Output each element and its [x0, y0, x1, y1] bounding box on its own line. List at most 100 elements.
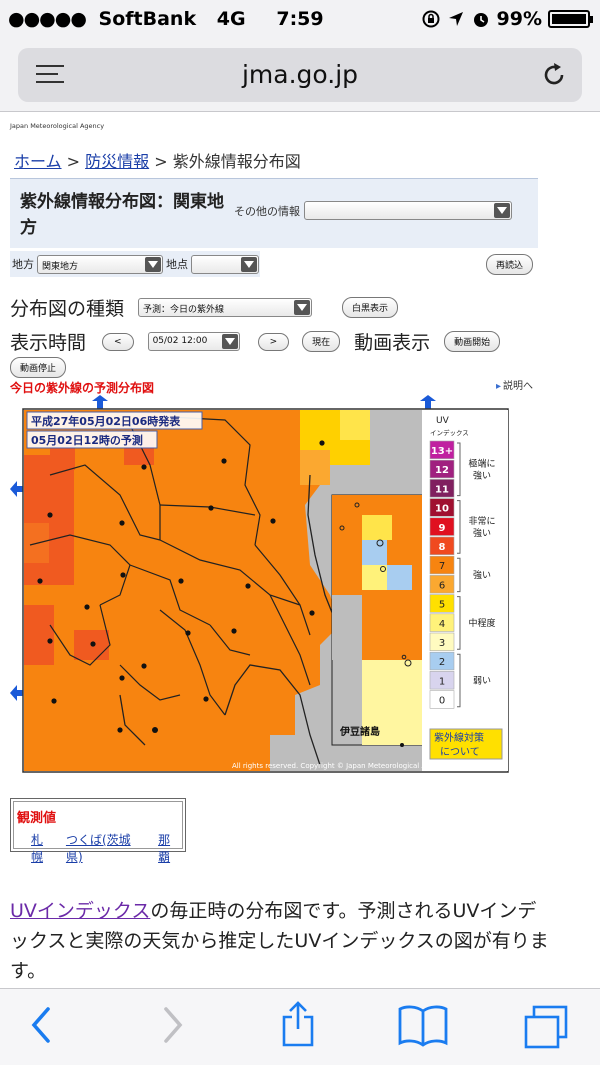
pan-north-arrow-icon[interactable]: [92, 395, 108, 401]
next-time-button[interactable]: >: [257, 332, 290, 351]
legend-label: 8: [439, 542, 446, 553]
address-bar[interactable]: jma.go.jp: [18, 48, 582, 102]
legend-label: 6: [439, 580, 445, 591]
issued-time: 平成27年05月02日06時発表: [31, 414, 181, 428]
legend-label: 0: [439, 696, 445, 707]
region-select[interactable]: 関東地方: [37, 254, 163, 274]
chevron-down-icon: [241, 256, 257, 272]
time-value: 05/02 12:00: [152, 336, 208, 346]
animation-label: 動画表示: [354, 332, 431, 354]
agency-logo-text: Japan Meteorological Agency: [10, 122, 105, 130]
reload-icon[interactable]: [540, 61, 568, 89]
legend-category-label: 強い: [473, 527, 491, 539]
battery-percent: 99%: [496, 8, 542, 30]
animation-start-button[interactable]: 動画開始: [444, 331, 501, 352]
legend-title: UV: [436, 416, 450, 426]
page-title-box: 紫外線情報分布図：関東地方 その他の情報: [10, 178, 538, 248]
observation-title: 観測値: [17, 811, 57, 826]
uv-measures-line1[interactable]: 紫外線対策: [434, 731, 484, 744]
location-arrow-icon: [448, 12, 463, 26]
bookmarks-icon[interactable]: [396, 1003, 450, 1047]
other-info-select[interactable]: [304, 201, 512, 220]
observation-box: 観測値 札幌 つくば(茨城県) 那覇: [10, 798, 186, 864]
other-info-label: その他の情報: [234, 204, 300, 218]
chevron-down-icon: [294, 300, 311, 315]
obs-link-sapporo[interactable]: 札幌: [31, 831, 55, 865]
legend-label: 5: [439, 600, 445, 611]
legend-label: 4: [439, 619, 445, 630]
legend-category-label: 極端に: [468, 457, 495, 469]
chevron-down-icon: [494, 203, 510, 218]
legend-category-label: 弱い: [473, 676, 491, 687]
now-button[interactable]: 現在: [302, 331, 341, 352]
display-time-row: 表示時間 < 05/02 12:00 > 現在 動画表示 動画開始: [10, 328, 501, 355]
page-title: 紫外線情報分布図：関東地方: [20, 192, 224, 238]
breadcrumb-current: 紫外線情報分布図: [172, 152, 301, 171]
location-row: 地方 関東地方 地点: [10, 251, 260, 277]
legend-category-label: 強い: [473, 469, 491, 481]
copyright: All rights reserved. Copyright © Japan M…: [232, 762, 447, 770]
pan-west-arrow-icon[interactable]: [10, 481, 17, 497]
observation-links: 札幌 つくば(茨城県) 那覇: [31, 831, 182, 865]
rotation-lock-icon: [422, 10, 440, 28]
legend-label: 9: [439, 523, 446, 534]
region-label: 地方: [12, 258, 34, 271]
legend-label: 3: [439, 638, 445, 649]
chevron-down-icon: [145, 256, 161, 272]
url-host[interactable]: jma.go.jp: [18, 60, 582, 89]
map-type-value: 予測：今日の紫外線: [143, 305, 225, 315]
pan-north-arrow-icon[interactable]: [420, 395, 436, 401]
reread-button[interactable]: 再読込: [486, 254, 534, 275]
legend-label: 11: [435, 484, 449, 495]
breadcrumb: ホーム > 防災情報 > 紫外線情報分布図: [14, 148, 301, 172]
web-page: Japan Meteorological Agency ホーム > 防災情報 >…: [0, 113, 600, 988]
uv-map[interactable]: 伊豆諸島 平成27年05月02日06時発表 05月02日12時の予測 All r…: [10, 395, 540, 775]
browser-address-area: jma.go.jp: [0, 40, 600, 112]
time-label: 表示時間: [10, 332, 87, 354]
uv-legend: UV インデックス 13+1211109876543210極端に強い非常に強い強…: [422, 410, 508, 771]
obs-link-naha[interactable]: 那覇: [158, 831, 182, 865]
prev-time-button[interactable]: <: [102, 332, 134, 351]
forecast-time: 05月02日12時の予測: [31, 433, 143, 447]
map-heading: 今日の紫外線の予測分布図: [10, 381, 155, 395]
chevron-down-icon: [221, 334, 238, 349]
observation-inner: 観測値 札幌 つくば(茨城県) 那覇: [13, 801, 183, 864]
alarm-icon: [473, 13, 488, 27]
region-value: 関東地方: [42, 261, 79, 272]
description: UVインデックスの毎正時の分布図です。予測されるUVインデックスと実際の天気から…: [10, 896, 550, 986]
forward-icon[interactable]: [158, 1003, 188, 1047]
legend-subtitle: インデックス: [430, 428, 469, 437]
status-bar: ●●●●● SoftBank 4G 7:59 99%: [0, 0, 600, 40]
time-select[interactable]: 05/02 12:00: [147, 332, 240, 351]
map-type-select[interactable]: 予測：今日の紫外線: [138, 298, 313, 317]
back-icon[interactable]: [26, 1003, 56, 1047]
uv-index-link[interactable]: UVインデックス: [10, 900, 150, 922]
uv-measures-line2[interactable]: について: [440, 746, 480, 758]
breadcrumb-home-link[interactable]: ホーム: [14, 152, 62, 171]
point-select[interactable]: [191, 254, 259, 274]
legend-label: 13+: [431, 446, 453, 457]
black-white-button[interactable]: 白黒表示: [342, 297, 399, 318]
other-info: その他の情報: [234, 201, 512, 220]
browser-toolbar: [0, 988, 600, 1065]
tabs-icon[interactable]: [520, 1003, 572, 1051]
battery-icon: [548, 10, 593, 28]
legend-label: 1: [439, 676, 445, 687]
inset-label: 伊豆諸島: [339, 725, 380, 738]
pan-west-arrow-icon[interactable]: [10, 685, 17, 701]
map-type-row: 分布図の種類 予測：今日の紫外線 白黒表示: [10, 294, 399, 321]
map-type-label: 分布図の種類: [10, 298, 125, 320]
legend-label: 10: [435, 504, 449, 515]
screen: ●●●●● SoftBank 4G 7:59 99% jma.go.jp Jap…: [0, 0, 600, 1065]
animation-stop-button[interactable]: 動画停止: [10, 357, 67, 378]
legend-category-label: 非常に: [468, 515, 495, 527]
legend-label: 7: [439, 561, 445, 572]
breadcrumb-sep: >: [149, 152, 173, 171]
explanation-link[interactable]: 説明へ: [496, 377, 533, 392]
legend-category-label: 中程度: [468, 617, 495, 629]
legend-label: 12: [435, 465, 449, 476]
obs-link-tsukuba[interactable]: つくば(茨城県): [66, 831, 147, 865]
share-icon[interactable]: [278, 999, 318, 1049]
breadcrumb-disaster-link[interactable]: 防災情報: [85, 152, 149, 171]
point-label: 地点: [166, 258, 188, 271]
